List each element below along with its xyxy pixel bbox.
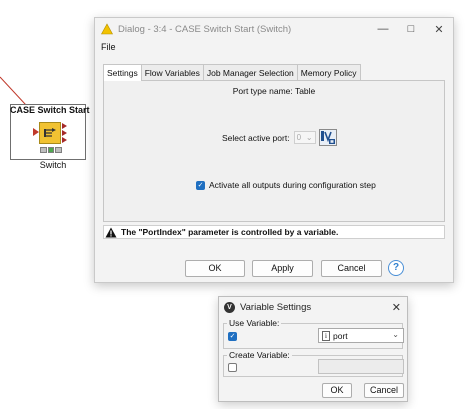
status-light bbox=[47, 147, 55, 153]
port-type-label: Port type name: Table bbox=[232, 86, 316, 96]
tab-memory-policy[interactable]: Memory Policy bbox=[296, 64, 361, 81]
apply-button[interactable]: Apply bbox=[252, 260, 313, 277]
close-button[interactable]: ✕ bbox=[425, 18, 453, 40]
node-dialog: Dialog - 3:4 - CASE Switch Start (Switch… bbox=[94, 17, 454, 283]
warning-icon bbox=[105, 227, 117, 237]
activate-outputs-checkbox[interactable]: ✓ bbox=[196, 180, 205, 190]
ok-button[interactable]: OK bbox=[185, 260, 245, 277]
use-variable-checkbox[interactable]: ✓ bbox=[228, 332, 237, 341]
variable-settings-dialog: V Variable Settings ✕ Use Variable: ✓ i … bbox=[218, 296, 408, 402]
tab-flow-variables[interactable]: Flow Variables bbox=[140, 64, 204, 81]
dialog-title: Dialog - 3:4 - CASE Switch Start (Switch… bbox=[118, 23, 292, 35]
select-port-label: Select active port: bbox=[222, 132, 290, 143]
port-spinner-value: 0 bbox=[296, 133, 302, 142]
status-light bbox=[40, 147, 47, 153]
activate-outputs-label: Activate all outputs during configuratio… bbox=[209, 180, 376, 190]
chevron-down-icon: ⌄ bbox=[392, 330, 399, 339]
help-button[interactable]: ? bbox=[388, 260, 404, 276]
variable-cancel-button[interactable]: Cancel bbox=[364, 383, 404, 398]
warning-icon bbox=[101, 23, 113, 35]
node-output-port[interactable] bbox=[62, 130, 67, 136]
node-label[interactable]: Switch bbox=[10, 160, 96, 170]
variable-ok-button[interactable]: OK bbox=[322, 383, 352, 398]
maximize-button[interactable]: □ bbox=[397, 18, 425, 40]
chevron-down-icon: ⌄ bbox=[305, 133, 313, 142]
dialog-titlebar[interactable]: Dialog - 3:4 - CASE Switch Start (Switch… bbox=[95, 18, 453, 40]
tab-bar: Settings Flow Variables Job Manager Sele… bbox=[103, 64, 361, 81]
flow-variable-button[interactable] bbox=[318, 129, 337, 146]
switch-node-icon[interactable] bbox=[39, 122, 61, 144]
create-variable-checkbox[interactable] bbox=[228, 363, 237, 372]
warning-text: The "PortIndex" parameter is controlled … bbox=[121, 227, 339, 237]
create-variable-input[interactable] bbox=[318, 359, 404, 374]
create-variable-group: Create Variable: bbox=[223, 350, 404, 377]
tab-settings[interactable]: Settings bbox=[103, 64, 142, 81]
cancel-button[interactable]: Cancel bbox=[321, 260, 382, 277]
menu-file[interactable]: File bbox=[101, 42, 116, 52]
create-variable-label: Create Variable: bbox=[227, 350, 292, 360]
node-output-port[interactable] bbox=[62, 137, 67, 143]
close-icon[interactable]: ✕ bbox=[392, 301, 401, 314]
minimize-button[interactable]: — bbox=[369, 18, 397, 40]
status-light bbox=[55, 147, 63, 153]
variable-dialog-title: Variable Settings bbox=[240, 301, 312, 313]
port-spinner[interactable]: 0 ⌄ bbox=[293, 131, 316, 144]
use-variable-label: Use Variable: bbox=[227, 318, 282, 328]
variable-icon: V bbox=[224, 301, 235, 313]
node-output-ports bbox=[62, 123, 67, 144]
activate-outputs-row: ✓ Activate all outputs during configurat… bbox=[196, 180, 376, 190]
use-variable-value: port bbox=[333, 330, 348, 341]
flow-variable-icon bbox=[320, 131, 335, 144]
node-output-port[interactable] bbox=[62, 123, 67, 129]
tab-job-manager-selection[interactable]: Job Manager Selection bbox=[202, 64, 298, 81]
node-status-lights bbox=[40, 147, 63, 153]
use-variable-select[interactable]: i port ⌄ bbox=[318, 328, 404, 343]
select-port-row: Select active port: 0 ⌄ bbox=[222, 129, 337, 146]
use-variable-group: Use Variable: ✓ i port ⌄ bbox=[223, 318, 404, 349]
settings-panel: Port type name: Table Select active port… bbox=[103, 80, 445, 222]
integer-type-icon: i bbox=[322, 330, 330, 341]
warning-bar: The "PortIndex" parameter is controlled … bbox=[103, 225, 445, 239]
variable-dialog-titlebar[interactable]: V Variable Settings ✕ bbox=[219, 297, 407, 317]
node-title: CASE Switch Start bbox=[10, 105, 90, 115]
